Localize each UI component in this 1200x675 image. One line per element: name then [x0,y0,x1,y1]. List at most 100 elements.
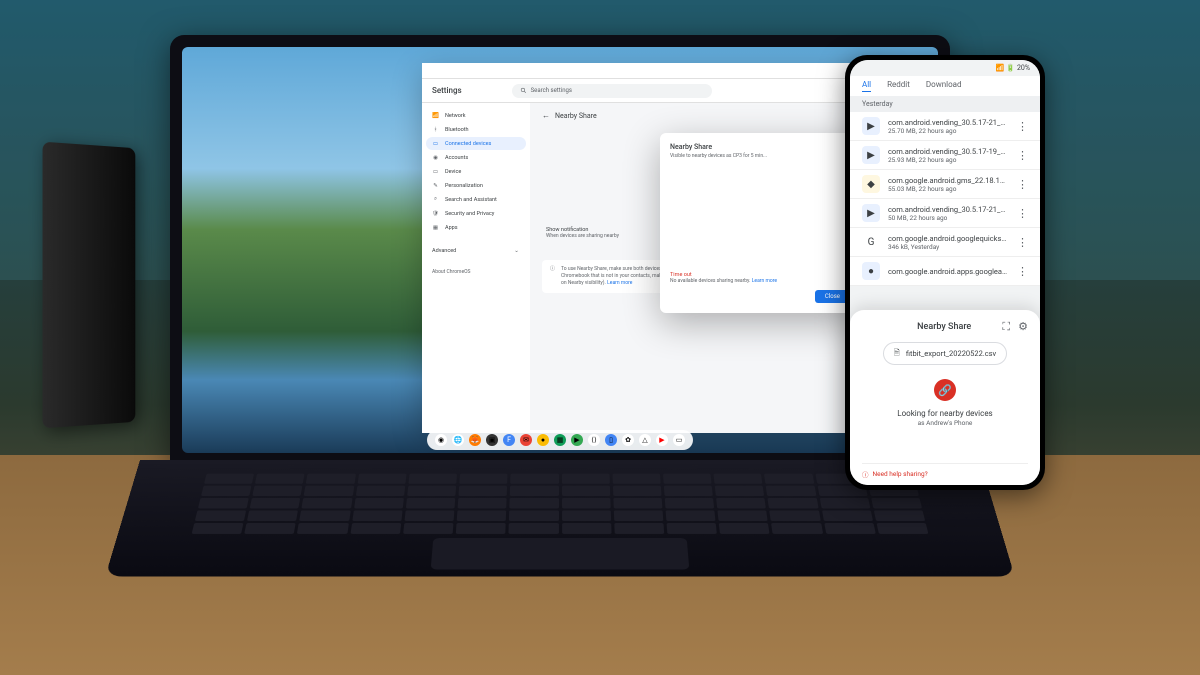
dialog-error-sub: No available devices sharing nearby. [670,278,750,284]
list-item[interactable]: ▶ com.android.vending_30.5.17-21_0_PR_44… [850,199,1040,228]
tab-all[interactable]: All [862,80,871,92]
expand-icon[interactable]: ⛶ [1002,320,1010,334]
file-name: com.google.android.gms_22.18.19_(220300.… [888,176,1009,185]
more-icon[interactable]: ⋮ [1017,120,1028,133]
nearby-share-dialog: Nearby Share Visible to nearby devices a… [660,133,860,313]
sidebar-item-connected-devices[interactable]: ▭ Connected devices [426,137,526,150]
signal-icon: 📶 [996,64,1005,72]
tab-download[interactable]: Download [926,80,962,92]
share-status: Looking for nearby devices [897,409,992,418]
window-titlebar: — ▢ ✕ [422,63,888,79]
breadcrumb: ← Nearby Share [542,111,876,120]
gear-icon[interactable]: ⚙ [1018,320,1028,334]
shield-icon: 🛡 [432,210,439,217]
file-meta: 346 kB, Yesterday [888,243,1009,251]
file-meta: 25.93 MB, 22 hours ago [888,156,1009,164]
settings-window: — ▢ ✕ Settings Search settings 📶Network … [422,63,888,433]
more-icon[interactable]: ⋮ [1017,207,1028,220]
file-meta: 50 MB, 22 hours ago [888,214,1009,222]
show-notification-sub: When devices are sharing nearby [546,233,619,239]
devices-icon: ▭ [432,140,439,147]
sidebar-item-label: Connected devices [445,141,491,147]
file-name: com.android.vending_30.5.17-21_0_PR_447.… [888,118,1009,127]
laptop: — ▢ ✕ Settings Search settings 📶Network … [170,35,950,465]
firefox-icon[interactable]: 🦊 [469,434,481,446]
sidebar-item-label: Apps [445,225,458,231]
person-icon: ◉ [432,154,439,161]
more-icon[interactable]: ⋮ [1017,236,1028,249]
play-store-icon[interactable]: ▶ [571,434,583,446]
sidebar-item-accounts[interactable]: ◉Accounts [426,151,526,164]
laptop-screen: — ▢ ✕ Settings Search settings 📶Network … [182,47,938,453]
docs-icon[interactable]: ▯ [605,434,617,446]
more-icon[interactable]: ⋮ [1017,265,1028,278]
app-icon: G [862,233,880,251]
file-name: com.google.android.googlequicksearchbox [888,234,1009,243]
brush-icon: ✎ [432,182,439,189]
apps-icon: ▦ [432,224,439,231]
drive-icon[interactable]: △ [639,434,651,446]
file-name: com.google.android.apps.googleassistant [888,267,1009,276]
slides-icon[interactable]: ▭ [673,434,685,446]
sheets-icon[interactable]: ▦ [554,434,566,446]
sidebar-item-search-assistant[interactable]: ⌕Search and Assistant [426,193,526,206]
app-icon: ● [862,262,880,280]
files-icon[interactable]: F [503,434,515,446]
dialog-title: Nearby Share [670,143,850,151]
tab-reddit[interactable]: Reddit [887,80,910,92]
list-item[interactable]: ▶ com.android.vending_30.5.17-19_0_PR_44… [850,141,1040,170]
launcher-icon[interactable]: ◉ [435,434,447,446]
sidebar-item-apps[interactable]: ▦ Apps [426,221,526,234]
sidebar-item-label: Personalization [445,183,483,189]
learn-more-link[interactable]: Learn more [752,278,777,284]
sidebar-item-label: Bluetooth [445,127,469,133]
list-item[interactable]: ◆ com.google.android.gms_22.18.19_(22030… [850,170,1040,199]
sidebar-item-label: Device [445,169,461,175]
learn-more-link[interactable]: Learn more [607,280,632,286]
keep-icon[interactable]: ● [537,434,549,446]
youtube-icon[interactable]: ▶ [656,434,668,446]
downloads-tabs: All Reddit Download [850,76,1040,96]
gmail-icon[interactable]: ✉ [520,434,532,446]
share-device-name: as Andrew's Phone [918,419,973,427]
sidebar-item-network[interactable]: 📶Network [426,109,526,122]
share-filename: fitbit_export_20220522.csv [906,349,996,358]
share-avatar: 🔗 [934,379,956,401]
section-yesterday: Yesterday [850,96,1040,112]
file-name: com.android.vending_30.5.17-21_0_PR_447.… [888,205,1009,214]
sidebar-item-security-privacy[interactable]: 🛡 Security and Privacy [426,207,526,220]
sidebar-item-personalization[interactable]: ✎ Personalization [426,179,526,192]
search-icon [520,87,527,94]
settings-sidebar: 📶Network ᚼBluetooth ▭ Connected devices ◉… [422,103,530,433]
sidebar-item-device[interactable]: ▭Device [426,165,526,178]
sidebar-item-advanced[interactable]: Advanced⌄ [426,244,526,257]
sidebar-item-label: Security and Privacy [445,211,494,217]
chrome-icon[interactable]: 🌐 [452,434,464,446]
list-item[interactable]: ● com.google.android.apps.googleassistan… [850,257,1040,286]
info-icon: ⓘ [550,266,555,287]
downloads-list: ▶ com.android.vending_30.5.17-21_0_PR_44… [850,112,1040,286]
back-button[interactable]: ← [542,111,550,120]
code-icon[interactable]: ⟨⟩ [588,434,600,446]
list-item[interactable]: G com.google.android.googlequicksearchbo… [850,228,1040,257]
chromeos-shelf: ◉ 🌐 🦊 ▣ F ✉ ● ▦ ▶ ⟨⟩ ▯ ✿ △ ▶ ▭ [427,430,693,450]
search-icon: ⌕ [432,196,439,203]
terminal-icon[interactable]: ▣ [486,434,498,446]
sidebar-item-bluetooth[interactable]: ᚼBluetooth [426,123,526,136]
app-icon: ▶ [862,117,880,135]
more-icon[interactable]: ⋮ [1017,149,1028,162]
phone: 📶 🔋 20% All Reddit Download Yesterday ▶ … [845,55,1045,490]
battery-percent: 20% [1017,64,1030,72]
status-bar: 📶 🔋 20% [850,60,1040,76]
keyboard [193,474,926,527]
share-title: Nearby Share [917,322,971,332]
folded-phone-background [43,142,136,429]
more-icon[interactable]: ⋮ [1017,178,1028,191]
sidebar-item-about[interactable]: About ChromeOS [426,267,526,277]
photos-icon[interactable]: ✿ [622,434,634,446]
need-help-label: Need help sharing? [873,470,928,478]
need-help-link[interactable]: ⓘ Need help sharing? [862,463,1028,479]
list-item[interactable]: ▶ com.android.vending_30.5.17-21_0_PR_44… [850,112,1040,141]
search-settings-input[interactable]: Search settings [512,84,712,98]
phone-screen: 📶 🔋 20% All Reddit Download Yesterday ▶ … [850,60,1040,485]
